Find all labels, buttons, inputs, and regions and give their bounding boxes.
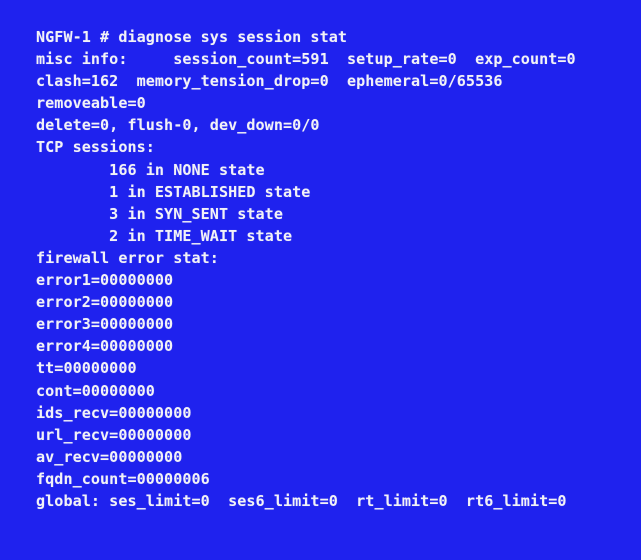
terminal-window[interactable]: NGFW-1 # diagnose sys session stat misc i… [0,0,641,560]
tcp-sessions-header: TCP sessions: [36,138,155,157]
tcp-state-syn-sent-line: 3 in SYN_SENT state [36,204,283,223]
cont-line: cont=00000000 [36,381,155,400]
delete-flush-line: delete=0, flush-0, dev_down=0/0 [36,116,320,135]
ids-recv-line: ids_recv=00000000 [36,403,192,422]
clash-line: clash=162 memory_tension_drop=0 ephemera… [36,72,503,91]
tcp-state-none-line: 166 in NONE state [36,160,265,179]
removeable-line: removeable=0 [36,94,146,113]
firewall-error-stat-header: firewall error stat: [36,248,219,267]
console-output: NGFW-1 # diagnose sys session stat misc i… [36,26,641,512]
error4-line: error4=00000000 [36,337,174,356]
misc-info-line: misc info: session_count=591 setup_rate=… [36,50,576,69]
command-prompt-line: NGFW-1 # diagnose sys session stat [36,28,348,46]
fqdn-count-line: fqdn_count=00000006 [36,469,210,488]
url-recv-line: url_recv=00000000 [36,425,192,444]
error2-line: error2=00000000 [36,293,174,312]
error3-line: error3=00000000 [36,315,174,334]
tcp-state-established-line: 1 in ESTABLISHED state [36,182,311,201]
error1-line: error1=00000000 [36,271,174,290]
av-recv-line: av_recv=00000000 [36,447,183,466]
global-limits-line: global: ses_limit=0 ses6_limit=0 rt_limi… [36,491,567,510]
tcp-state-time-wait-line: 2 in TIME_WAIT state [36,226,293,245]
tt-line: tt=00000000 [36,359,137,378]
